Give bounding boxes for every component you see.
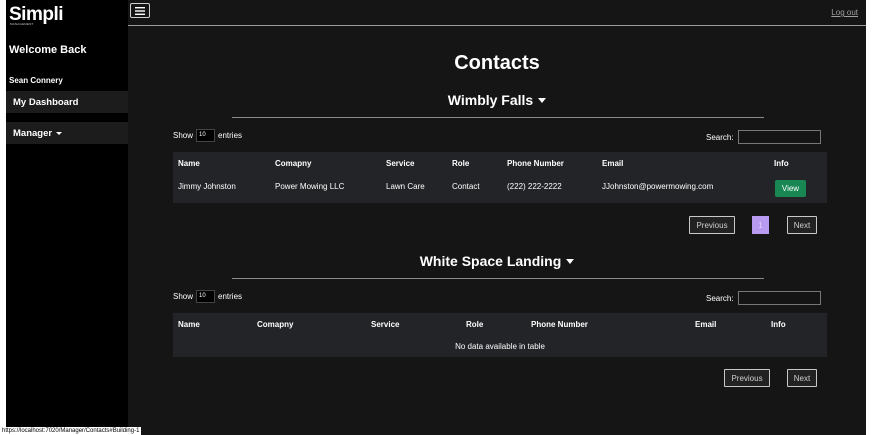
caret-down-icon	[566, 258, 575, 264]
entries-label: entries	[218, 131, 243, 140]
column-header-service[interactable]: Service	[386, 159, 414, 168]
column-header-phone[interactable]: Phone Number	[531, 320, 588, 329]
show-label: Show	[173, 131, 194, 140]
section-divider	[232, 278, 764, 279]
section-title-white-space-landing[interactable]: White Space Landing	[128, 253, 866, 269]
previous-page-button[interactable]: Previous	[724, 369, 770, 387]
show-entries-control: Show 10 entries	[173, 129, 242, 142]
logout-link[interactable]: Log out	[831, 8, 858, 17]
search-input[interactable]	[737, 291, 821, 305]
view-button[interactable]: View	[775, 180, 806, 197]
column-header-info[interactable]: Info	[774, 159, 789, 168]
cell-company: Power Mowing LLC	[275, 182, 345, 191]
app-window: Simpli MANAGEMENT Welcome Back Sean Conn…	[6, 0, 866, 435]
cell-name: Jimmy Johnston	[178, 182, 236, 191]
column-header-company[interactable]: Comapny	[257, 320, 293, 329]
section-divider	[232, 117, 764, 118]
hamburger-icon	[135, 6, 145, 15]
show-entries-control: Show 10 entries	[173, 290, 242, 303]
sidebar: Simpli MANAGEMENT Welcome Back Sean Conn…	[6, 0, 128, 435]
column-header-service[interactable]: Service	[371, 320, 399, 329]
previous-page-button[interactable]: Previous	[689, 216, 735, 234]
entries-select[interactable]: 10	[196, 129, 216, 142]
column-header-role[interactable]: Role	[452, 159, 469, 168]
page-title: Contacts	[454, 52, 540, 74]
user-name: Sean Connery	[9, 76, 63, 85]
column-header-company[interactable]: Comapny	[275, 159, 311, 168]
search-label: Search:	[706, 132, 734, 142]
sidebar-item-label: My Dashboard	[13, 96, 79, 108]
search-control: Search:	[706, 130, 821, 144]
status-bar-url: https://localhost:7020/Manager/Contacts#…	[0, 427, 142, 435]
search-label: Search:	[706, 293, 734, 303]
welcome-text: Welcome Back	[9, 44, 87, 56]
column-header-role[interactable]: Role	[466, 320, 483, 329]
caret-down-icon	[56, 131, 63, 135]
sidebar-item-label: Manager	[13, 127, 53, 139]
contacts-table: Name Comapny Service Role Phone Number E…	[173, 152, 827, 203]
top-bar: Log out	[128, 0, 866, 26]
search-input[interactable]	[737, 130, 821, 144]
caret-down-icon	[538, 97, 547, 103]
column-header-name[interactable]: Name	[178, 159, 200, 168]
sidebar-item-dashboard[interactable]: My Dashboard	[6, 91, 128, 113]
empty-table-message: No data available in table	[455, 342, 545, 351]
cell-email: JJohnston@powermowing.com	[602, 182, 714, 191]
next-page-button[interactable]: Next	[787, 216, 817, 234]
entries-label: entries	[218, 292, 243, 301]
section-title-text: Wimbly Falls	[447, 92, 534, 108]
column-header-email[interactable]: Email	[695, 320, 716, 329]
sidebar-item-manager[interactable]: Manager	[6, 122, 128, 144]
show-label: Show	[173, 292, 194, 301]
cell-phone: (222) 222-2222	[507, 182, 562, 191]
next-page-button[interactable]: Next	[787, 369, 817, 387]
menu-toggle-button[interactable]	[130, 3, 150, 18]
logo-tagline: MANAGEMENT	[10, 22, 34, 26]
column-header-info[interactable]: Info	[771, 320, 786, 329]
section-title-wimbly-falls[interactable]: Wimbly Falls	[128, 92, 866, 108]
contacts-table: Name Comapny Service Role Phone Number E…	[173, 313, 827, 357]
page-1-button[interactable]: 1	[752, 216, 769, 234]
column-header-email[interactable]: Email	[602, 159, 623, 168]
column-header-phone[interactable]: Phone Number	[507, 159, 564, 168]
cell-role: Contact	[452, 182, 480, 191]
section-title-text: White Space Landing	[419, 253, 562, 269]
column-header-name[interactable]: Name	[178, 320, 200, 329]
search-control: Search:	[706, 291, 821, 305]
cell-service: Lawn Care	[386, 182, 425, 191]
entries-select[interactable]: 10	[196, 290, 216, 303]
